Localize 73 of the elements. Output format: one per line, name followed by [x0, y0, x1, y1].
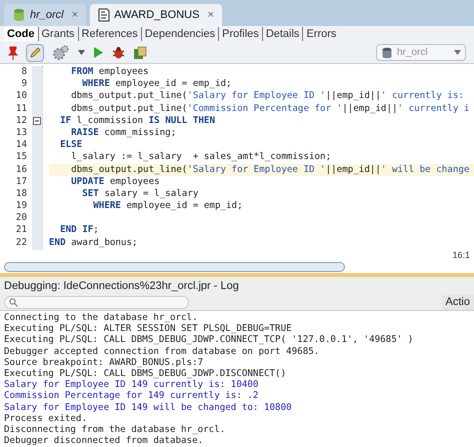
code-line: WHERE employee_id = emp_id; [81, 78, 233, 90]
log-line: Executing PL/SQL: CALL DBMS_DEBUG_JDWP.CONNECT_TCP( '127.0.0.1', '49685' ) [4, 334, 414, 346]
line-number: 11 [14, 102, 28, 115]
line-number: 19 [14, 200, 28, 212]
code-line: ELSE [59, 139, 84, 152]
edit-button[interactable] [26, 44, 44, 62]
database-icon [12, 8, 26, 22]
view-tab[interactable]: Grants [38, 27, 78, 41]
line-number: 12 [14, 114, 28, 127]
log-line: Salary for Employee ID 149 currently is: 10400 [4, 379, 260, 390]
view-tab[interactable]: Code [4, 27, 38, 41]
panel-title: Debugging: IdeConnections%23hr_orcl.jpr - Log [4, 278, 239, 294]
caret-icon [454, 50, 461, 55]
code-editor[interactable] [0, 64, 474, 250]
view-tab[interactable]: Dependencies [140, 27, 218, 41]
line-number: 10 [14, 90, 28, 103]
view-tab[interactable]: References [78, 27, 141, 41]
line-number: 15 [14, 151, 28, 164]
code-line: WHERE employee_id = emp_id; [92, 200, 244, 212]
code-line: END award_bonus; [49, 236, 139, 249]
log-line: Commission Percentage for 149 currently is: .2 [4, 390, 260, 402]
code-line: RAISE comm_missing; [70, 126, 178, 140]
log-line: Salary for Employee ID 149 will be changed to: 10800 [4, 402, 293, 413]
gears-icon[interactable] [52, 44, 70, 60]
log-line: Source breakpoint: AWARD_BONUS.pls:7 [4, 356, 204, 368]
code-line: IF l_commission IS NULL THEN [59, 114, 216, 127]
pin-icon[interactable] [8, 46, 18, 60]
code-line: END IF; [59, 224, 100, 237]
run-icon[interactable] [93, 46, 104, 59]
log-line: Debugger disconnected from database. [4, 435, 204, 446]
view-tab[interactable]: Profiles [218, 27, 262, 41]
close-icon[interactable]: × [207, 6, 214, 24]
log-line: Executing PL/SQL: ALTER SESSION SET PLSQL_DEBUG=TRUE [4, 323, 293, 334]
line-number: 20 [14, 212, 28, 224]
search-icon [9, 298, 18, 307]
log-line: Connecting to the database hr_orcl. [4, 312, 199, 324]
code-line: dbms_output.put_line('Salary for Employee ID '||emp_id||' currently is: [70, 90, 465, 103]
caret-icon[interactable] [78, 50, 85, 55]
close-icon[interactable]: × [72, 6, 78, 24]
code-line: l_salary := l_salary + sales_amt*l_commission; [70, 151, 332, 164]
actions-button[interactable]: Actio [442, 295, 474, 310]
search-field[interactable] [4, 296, 189, 309]
view-tab[interactable]: Details [262, 27, 302, 41]
line-number: 21 [14, 224, 28, 237]
cursor-position: 16:1 [452, 250, 470, 261]
line-number: 16 [14, 164, 28, 176]
editor-tab[interactable]: hr_orcl × [4, 4, 86, 26]
line-number: 18 [14, 188, 28, 200]
horizontal-scrollbar[interactable] [0, 261, 474, 273]
database-icon [381, 46, 393, 58]
code-line: SET salary = l_salary [81, 188, 200, 200]
line-number: 17 [14, 176, 28, 188]
code-line: FROM employees [70, 66, 150, 78]
log-line: Process exited. [4, 412, 88, 424]
collapse-icon[interactable] [33, 116, 41, 125]
line-number: 9 [20, 78, 28, 90]
tab-label: hr_orcl [30, 8, 64, 23]
log-line: Debugger accepted connection from database on port 49685. [4, 346, 320, 357]
log-line: Executing PL/SQL: CALL DBMS_DEBUG_JDWP.DISCONNECT() [4, 368, 288, 380]
pencil-icon [29, 46, 41, 58]
line-number: 8 [20, 66, 28, 78]
line-number: 13 [14, 126, 28, 140]
view-tab[interactable]: Errors [302, 27, 340, 41]
code-line: dbms_output.put_line('Commission Percentage for '||emp_id||' currently i [70, 102, 470, 115]
bug-icon[interactable] [112, 46, 125, 59]
tab-label: AWARD_BONUS [114, 8, 200, 23]
compile-icon[interactable] [133, 46, 147, 60]
log-line: Disconnecting from the database hr_orcl. [4, 424, 226, 436]
line-number: 14 [14, 139, 28, 152]
line-number: 22 [14, 236, 28, 249]
editor-tab[interactable]: AWARD_BONUS × [90, 4, 222, 26]
code-line: UPDATE employees [70, 176, 161, 188]
document-icon [98, 8, 110, 22]
